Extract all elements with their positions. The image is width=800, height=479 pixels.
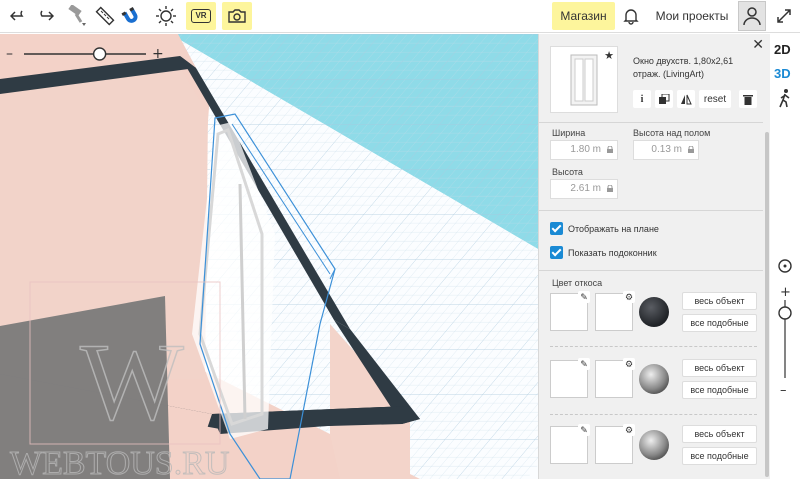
camera-icon <box>228 9 246 23</box>
elevation-label: Высота над полом <box>633 128 711 138</box>
material-sphere[interactable] <box>639 430 669 460</box>
bell-icon <box>623 9 639 25</box>
mirror-button[interactable] <box>677 90 695 108</box>
undo-button[interactable] <box>6 2 32 30</box>
watermark-text: WEBTOUS.RU <box>10 445 229 479</box>
sun-icon <box>156 6 176 26</box>
material-sphere[interactable] <box>639 364 669 394</box>
checkbox-checked-icon <box>550 222 563 235</box>
magnet-icon <box>121 6 138 23</box>
expand-icon <box>777 9 791 23</box>
my-projects-link[interactable]: Мои проекты <box>648 2 736 30</box>
redo-icon <box>40 10 54 21</box>
notifications-button[interactable] <box>618 2 644 30</box>
top-toolbar: VR Магазин Мои проекты <box>0 0 800 33</box>
properties-panel: ✕ ★ Окно двухств. 1,80х2,61 отраж. (Livi… <box>538 34 770 479</box>
width-field[interactable]: 1.80 m <box>550 140 618 160</box>
zoom-out-icon[interactable]: – <box>6 46 13 62</box>
favorite-star-icon[interactable]: ★ <box>604 49 614 62</box>
height-slider[interactable]: + – <box>775 258 795 398</box>
3d-viewport[interactable]: W WEBTOUS.RU <box>0 34 538 479</box>
gear-icon[interactable]: ⚙ <box>623 291 635 303</box>
user-icon <box>743 7 761 26</box>
show-on-plan-checkbox[interactable]: Отображать на плане <box>550 222 659 235</box>
width-label: Ширина <box>552 128 586 138</box>
lighting-button[interactable] <box>152 2 180 30</box>
height-down-icon[interactable]: – <box>780 383 787 398</box>
mirror-icon <box>681 94 692 104</box>
texture-swatch[interactable]: ⚙ <box>595 424 635 464</box>
height-up-icon[interactable]: + <box>780 285 791 300</box>
paint-roller-icon <box>68 5 86 26</box>
reset-button[interactable]: reset <box>699 90 731 108</box>
delete-button[interactable] <box>739 90 757 108</box>
vr-button[interactable]: VR <box>186 2 216 30</box>
show-sill-checkbox[interactable]: Показать подоконник <box>550 246 657 259</box>
redo-button[interactable] <box>32 2 58 30</box>
pencil-icon[interactable]: ✎ <box>578 358 590 370</box>
apply-all-similar-button[interactable]: все подобные <box>682 381 757 399</box>
lock-icon <box>607 185 613 192</box>
material-sphere[interactable] <box>639 297 669 327</box>
apply-whole-object-button[interactable]: весь объект <box>682 359 757 377</box>
user-button[interactable] <box>738 1 766 31</box>
pencil-icon[interactable]: ✎ <box>578 291 590 303</box>
zoom-in-icon[interactable]: + <box>152 46 164 62</box>
zoom-thumb[interactable] <box>92 47 107 61</box>
fullscreen-button[interactable] <box>770 2 798 30</box>
gear-icon[interactable]: ⚙ <box>623 358 635 370</box>
duplicate-icon <box>658 93 669 104</box>
apply-whole-object-button[interactable]: весь объект <box>682 292 757 310</box>
gear-icon[interactable]: ⚙ <box>623 424 635 436</box>
view-mode-strip: 2D 3D + – <box>770 34 800 479</box>
color-swatch[interactable]: ✎ <box>550 358 590 398</box>
height-label: Высота <box>552 167 583 177</box>
ruler-button[interactable] <box>92 2 118 30</box>
color-swatch[interactable]: ✎ <box>550 424 590 464</box>
walk-icon[interactable] <box>777 88 793 108</box>
pencil-icon[interactable]: ✎ <box>578 424 590 436</box>
panel-scrollbar[interactable] <box>765 132 769 477</box>
duplicate-button[interactable] <box>655 90 673 108</box>
vr-icon: VR <box>191 9 211 23</box>
texture-swatch[interactable]: ⚙ <box>595 291 635 331</box>
height-slider-thumb <box>778 306 792 320</box>
lock-icon <box>607 146 613 153</box>
magnet-button[interactable] <box>118 2 144 30</box>
height-field[interactable]: 2.61 m <box>550 179 618 199</box>
trash-icon <box>743 94 753 105</box>
shop-button[interactable]: Магазин <box>552 2 615 30</box>
close-panel-button[interactable]: ✕ <box>752 36 764 53</box>
apply-all-similar-button[interactable]: все подобные <box>682 447 757 465</box>
info-button[interactable]: i <box>633 90 651 108</box>
color-swatch[interactable]: ✎ <box>550 291 590 331</box>
paint-tool-button[interactable] <box>62 2 90 30</box>
slope-color-label: Цвет откоса <box>552 278 603 288</box>
mode-3d-button[interactable]: 3D <box>774 66 791 81</box>
zoom-slider[interactable]: – + <box>6 44 166 64</box>
checkbox-checked-icon <box>550 246 563 259</box>
watermark-letter: W <box>80 321 184 443</box>
object-title: Окно двухств. 1,80х2,61 отраж. (LivingAr… <box>633 56 734 79</box>
mode-2d-button[interactable]: 2D <box>774 42 791 57</box>
object-thumbnail: ★ <box>550 46 618 113</box>
screenshot-button[interactable] <box>222 2 252 30</box>
undo-icon <box>10 10 24 21</box>
lock-icon <box>688 146 694 153</box>
texture-swatch[interactable]: ⚙ <box>595 358 635 398</box>
apply-all-similar-button[interactable]: все подобные <box>682 314 757 332</box>
elevation-field[interactable]: 0.13 m <box>633 140 699 160</box>
scene-canvas: W WEBTOUS.RU <box>0 34 538 479</box>
apply-whole-object-button[interactable]: весь объект <box>682 425 757 443</box>
ruler-icon <box>95 6 115 26</box>
